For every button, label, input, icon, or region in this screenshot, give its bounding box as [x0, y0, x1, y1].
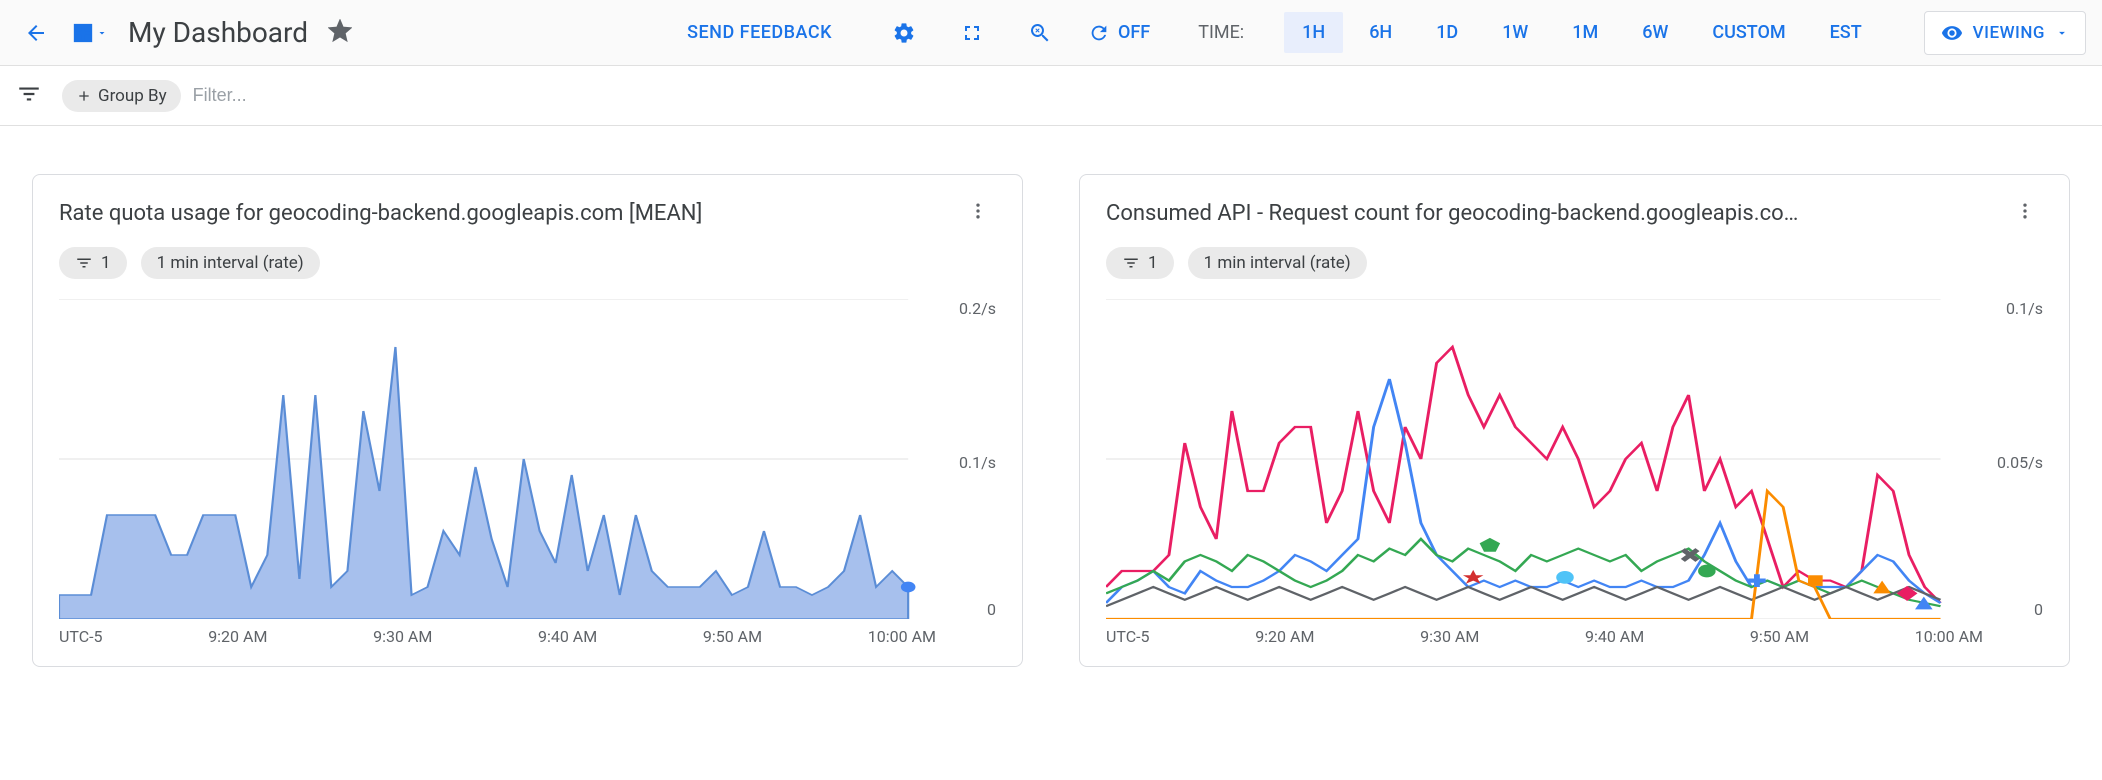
- settings-button[interactable]: [884, 13, 924, 53]
- line-chart-svg: [1106, 299, 2043, 619]
- time-range-1w[interactable]: 1W: [1484, 12, 1546, 53]
- x-tick-label: UTC-5: [1106, 627, 1150, 646]
- send-feedback-button[interactable]: SEND FEEDBACK: [687, 22, 832, 43]
- chevron-down-icon: [2055, 26, 2069, 40]
- x-tick-label: 9:40 AM: [538, 627, 597, 646]
- y-tick-label: 0.1/s: [959, 453, 996, 472]
- x-tick-label: 9:30 AM: [1420, 627, 1479, 646]
- x-tick-label: 9:30 AM: [373, 627, 432, 646]
- gear-icon: [892, 21, 916, 45]
- more-vert-icon: [2015, 201, 2035, 221]
- eye-icon: [1941, 22, 1963, 44]
- reset-zoom-button[interactable]: [1020, 13, 1060, 53]
- group-by-chip[interactable]: Group By: [62, 80, 181, 112]
- chart-area[interactable]: 0.1/s 0.05/s 0: [1106, 299, 2043, 619]
- chart-title: Consumed API - Request count for geocodi…: [1106, 201, 2007, 226]
- fullscreen-icon: [960, 21, 984, 45]
- interval-label: 1 min interval (rate): [1204, 253, 1351, 273]
- favorite-button[interactable]: [328, 19, 352, 47]
- time-range-1d[interactable]: 1D: [1418, 12, 1476, 53]
- y-tick-label: 0.1/s: [2006, 299, 2043, 318]
- area-chart-svg: [59, 299, 996, 619]
- time-range-group: 1H6H1D1W1M6WCUSTOMEST: [1284, 12, 1880, 53]
- chart-menu-button[interactable]: [960, 197, 996, 229]
- filter-input[interactable]: [193, 85, 2094, 106]
- dashboard-icon: [72, 22, 94, 44]
- arrow-left-icon: [24, 21, 48, 45]
- interval-label: 1 min interval (rate): [157, 253, 304, 273]
- toolbar: My Dashboard SEND FEEDBACK OFF TIME: 1H6…: [0, 0, 2102, 66]
- x-tick-label: 10:00 AM: [868, 627, 936, 646]
- viewing-mode-button[interactable]: VIEWING: [1924, 11, 2086, 55]
- chart-title: Rate quota usage for geocoding-backend.g…: [59, 201, 960, 226]
- y-tick-label: 0: [2034, 600, 2043, 619]
- magnify-reset-icon: [1028, 21, 1052, 45]
- star-outline-icon: [328, 19, 352, 43]
- fullscreen-button[interactable]: [952, 13, 992, 53]
- more-vert-icon: [968, 201, 988, 221]
- x-tick-label: 10:00 AM: [1915, 627, 1983, 646]
- back-button[interactable]: [16, 13, 56, 53]
- charts-container: Rate quota usage for geocoding-backend.g…: [0, 126, 2102, 715]
- filter-bar: Group By: [0, 66, 2102, 126]
- x-axis: UTC-5 9:20 AM 9:30 AM 9:40 AM 9:50 AM 10:00 A…: [59, 619, 996, 646]
- x-tick-label: 9:40 AM: [1585, 627, 1644, 646]
- auto-refresh-toggle[interactable]: OFF: [1088, 22, 1150, 44]
- chart-card-rate-quota: Rate quota usage for geocoding-backend.g…: [32, 174, 1023, 667]
- y-tick-label: 0.2/s: [959, 299, 996, 318]
- time-range-1h[interactable]: 1H: [1284, 12, 1343, 53]
- x-tick-label: 9:20 AM: [208, 627, 267, 646]
- x-tick-label: UTC-5: [59, 627, 103, 646]
- time-range-1m[interactable]: 1M: [1554, 12, 1616, 53]
- y-tick-label: 0: [987, 600, 996, 619]
- page-title: My Dashboard: [128, 16, 308, 49]
- plus-icon: [76, 88, 92, 104]
- filter-button[interactable]: [8, 73, 50, 119]
- time-range-6h[interactable]: 6H: [1351, 12, 1410, 53]
- group-by-label: Group By: [98, 86, 167, 106]
- filter-count: 1: [101, 253, 111, 273]
- filter-count-chip[interactable]: 1: [59, 247, 127, 279]
- interval-chip[interactable]: 1 min interval (rate): [1188, 247, 1367, 279]
- time-label: TIME:: [1198, 22, 1244, 43]
- x-tick-label: 9:50 AM: [1750, 627, 1809, 646]
- chart-menu-button[interactable]: [2007, 197, 2043, 229]
- x-tick-label: 9:20 AM: [1255, 627, 1314, 646]
- dashboard-type-button[interactable]: [68, 13, 112, 53]
- filter-list-icon: [16, 81, 42, 107]
- refresh-off-label: OFF: [1118, 22, 1150, 43]
- filter-chip-icon: [1122, 254, 1140, 272]
- time-range-est[interactable]: EST: [1812, 12, 1880, 53]
- chevron-down-icon: [96, 27, 108, 39]
- refresh-icon: [1088, 22, 1110, 44]
- filter-chip-icon: [75, 254, 93, 272]
- chart-area[interactable]: 0.2/s 0.1/s 0: [59, 299, 996, 619]
- viewing-label: VIEWING: [1973, 23, 2045, 43]
- x-tick-label: 9:50 AM: [703, 627, 762, 646]
- filter-count-chip[interactable]: 1: [1106, 247, 1174, 279]
- time-range-6w[interactable]: 6W: [1624, 12, 1686, 53]
- interval-chip[interactable]: 1 min interval (rate): [141, 247, 320, 279]
- time-range-custom[interactable]: CUSTOM: [1694, 12, 1803, 53]
- x-axis: UTC-5 9:20 AM 9:30 AM 9:40 AM 9:50 AM 10:00 A…: [1106, 619, 2043, 646]
- y-tick-label: 0.05/s: [1997, 453, 2043, 472]
- chart-card-consumed-api: Consumed API - Request count for geocodi…: [1079, 174, 2070, 667]
- filter-count: 1: [1148, 253, 1158, 273]
